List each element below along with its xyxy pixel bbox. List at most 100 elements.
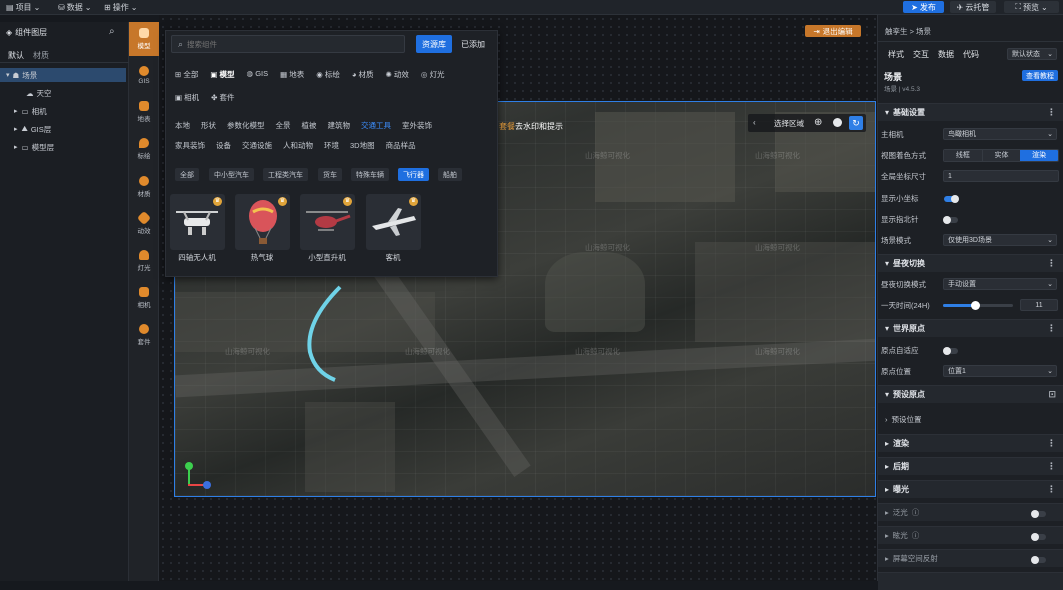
rail-plot[interactable]: 标绘 [129, 132, 159, 166]
time-slider-track[interactable] [943, 301, 1013, 310]
flood-toggle[interactable] [1031, 510, 1046, 518]
scene-mode-select[interactable]: 仅使用3D场景 ⌄ [943, 234, 1057, 246]
tab-code[interactable]: 代码 [963, 49, 979, 60]
more-icon[interactable]: ⋮ [1047, 461, 1056, 472]
cat-all[interactable]: ⊞ 全部 [175, 69, 198, 80]
subcat-traffic[interactable]: 交通设施 [242, 140, 272, 151]
search-icon[interactable]: ⌕ [109, 26, 115, 37]
chevron-left-icon[interactable]: ‹ [753, 118, 756, 127]
tree-item-sky[interactable]: ☁ 天空 [0, 86, 126, 100]
cat-camera[interactable]: ▣ 相机 [175, 92, 199, 103]
section-daynight[interactable]: ▾ 昼夜切换 ⋮ [878, 254, 1063, 272]
tree-item-model-layer[interactable]: ▸ ▭ 模型层 [0, 140, 126, 154]
ssr-toggle[interactable] [1031, 556, 1046, 564]
rail-effects[interactable]: 动效 [129, 207, 159, 241]
rail-kit[interactable]: 套件 [129, 318, 159, 352]
select-area-button[interactable]: 选择区域 [774, 118, 804, 129]
chip-special[interactable]: 特殊车辆 [351, 168, 389, 181]
tab-default[interactable]: 默认 [8, 50, 24, 61]
subcat-vegetation[interactable]: 植被 [302, 120, 317, 131]
glare-toggle[interactable] [1031, 533, 1046, 541]
more-icon[interactable]: ⋮ [1047, 484, 1056, 495]
rail-gis[interactable]: GIS [129, 58, 159, 92]
sphere-icon[interactable] [833, 118, 842, 127]
subcat-people[interactable]: 人和动物 [283, 140, 313, 151]
search-input[interactable] [187, 39, 388, 49]
chip-small-car[interactable]: 中小型汽车 [209, 168, 254, 181]
subcat-outdoor[interactable]: 室外装饰 [402, 120, 432, 131]
subcat-panorama[interactable]: 全景 [276, 120, 291, 131]
daynight-mode-select[interactable]: 手动设置 ⌄ [943, 278, 1057, 290]
cat-effects[interactable]: ✺ 动效 [386, 69, 409, 80]
cat-gis[interactable]: ◍ GIS [247, 69, 269, 80]
section-render[interactable]: ▸ 渲染 ⋮ [878, 434, 1063, 452]
publish-button[interactable]: ➤ 发布 [903, 1, 944, 13]
tab-interaction[interactable]: 交互 [913, 49, 929, 60]
mode-render[interactable]: 渲染 [1020, 150, 1058, 161]
chip-ship[interactable]: 船舶 [438, 168, 462, 181]
refresh-icon[interactable]: ↻ [849, 116, 863, 130]
mode-wireframe[interactable]: 线框 [944, 150, 982, 161]
chip-engineering[interactable]: 工程类汽车 [263, 168, 308, 181]
cat-kit[interactable]: ✤ 套件 [211, 92, 234, 103]
time-input[interactable]: 11 [1020, 299, 1058, 311]
rail-light[interactable]: 灯光 [129, 244, 159, 278]
tab-style[interactable]: 样式 [888, 49, 904, 60]
subcat-furniture[interactable]: 家具装饰 [175, 140, 205, 151]
rail-material[interactable]: 材质 [129, 170, 159, 204]
tree-item-gis[interactable]: ▸ ⛰ GIS层 [0, 122, 126, 136]
model-card-drone[interactable]: ♛ [170, 194, 225, 250]
chip-truck[interactable]: 货车 [318, 168, 342, 181]
rail-surface[interactable]: 地表 [129, 95, 159, 129]
cat-surface[interactable]: ▦ 地表 [280, 69, 304, 80]
cat-plot[interactable]: ◉ 标绘 [316, 69, 340, 80]
subcat-3dmap[interactable]: 3D地图 [350, 140, 375, 151]
subcat-building[interactable]: 建筑物 [328, 120, 351, 131]
tab-material[interactable]: 材质 [33, 50, 49, 61]
subcat-env[interactable]: 环境 [324, 140, 339, 151]
project-menu[interactable]: ▤ 项目 ⌄ [6, 2, 40, 13]
subcat-products[interactable]: 商品样品 [386, 140, 416, 151]
section-post[interactable]: ▸ 后期 ⋮ [878, 457, 1063, 475]
exit-edit-button[interactable]: ⇥ 退出编辑 [805, 25, 861, 37]
subcat-local[interactable]: 本地 [175, 120, 190, 131]
row-preset-pos[interactable]: › 预设位置 [878, 411, 1063, 427]
search-box[interactable]: ⌕ [171, 35, 405, 53]
chip-all[interactable]: 全部 [175, 168, 199, 181]
coord-size-input[interactable]: 1 [943, 170, 1059, 182]
cat-material[interactable]: ◕ 材质 [352, 69, 374, 80]
rail-model[interactable]: 模型 [129, 22, 159, 56]
tab-data[interactable]: 数据 [938, 49, 954, 60]
data-menu[interactable]: ⛁ 数据 ⌄ [58, 2, 91, 13]
section-preset-origin[interactable]: ▾ 预设原点 ⊡ [878, 385, 1063, 403]
state-select[interactable]: 默认状态 ⌄ [1007, 48, 1057, 60]
section-exposure[interactable]: ▸ 曝光 ⋮ [878, 480, 1063, 498]
tree-item-scene[interactable]: ▾ ☗ 场景 [0, 68, 126, 82]
subcat-parametric[interactable]: 参数化模型 [227, 120, 265, 131]
cat-light[interactable]: ◎ 灯光 [421, 69, 445, 80]
more-icon[interactable]: ⋮ [1047, 107, 1056, 118]
show-compass-toggle[interactable] [943, 216, 958, 224]
more-icon[interactable]: ⋮ [1047, 258, 1056, 269]
show-axis-toggle[interactable] [944, 195, 959, 203]
operate-menu[interactable]: ⊞ 操作 ⌄ [104, 2, 137, 13]
more-icon[interactable]: ⋮ [1047, 323, 1056, 334]
auto-origin-toggle[interactable] [943, 347, 958, 355]
tutorial-button[interactable]: 查看教程 [1022, 70, 1058, 81]
subcat-shape[interactable]: 形状 [201, 120, 216, 131]
section-origin[interactable]: ▾ 世界原点 ⋮ [878, 319, 1063, 337]
watermark-hint[interactable]: 套餐去水印和提示 [499, 121, 563, 132]
cloud-hosting-button[interactable]: ✈ 云托管 [950, 1, 996, 13]
more-icon[interactable]: ⋮ [1047, 438, 1056, 449]
added-button[interactable]: 已添加 [454, 35, 492, 53]
main-camera-select[interactable]: 鸟瞰相机 ⌄ [943, 128, 1057, 140]
crosshair-icon[interactable]: ⊕ [814, 117, 822, 128]
model-card-airliner[interactable]: ♛ [366, 194, 421, 250]
lock-icon[interactable]: ⊡ [1048, 389, 1056, 400]
section-basic[interactable]: ▾ 基础设置 ⋮ [878, 103, 1063, 121]
subcat-equipment[interactable]: 设备 [216, 140, 231, 151]
preview-button[interactable]: ⛶ 预览 ⌄ [1004, 1, 1059, 13]
resource-library-button[interactable]: 资源库 [416, 35, 452, 53]
cat-model[interactable]: ▣ 模型 [210, 69, 234, 80]
chip-aircraft[interactable]: 飞行器 [398, 168, 429, 181]
